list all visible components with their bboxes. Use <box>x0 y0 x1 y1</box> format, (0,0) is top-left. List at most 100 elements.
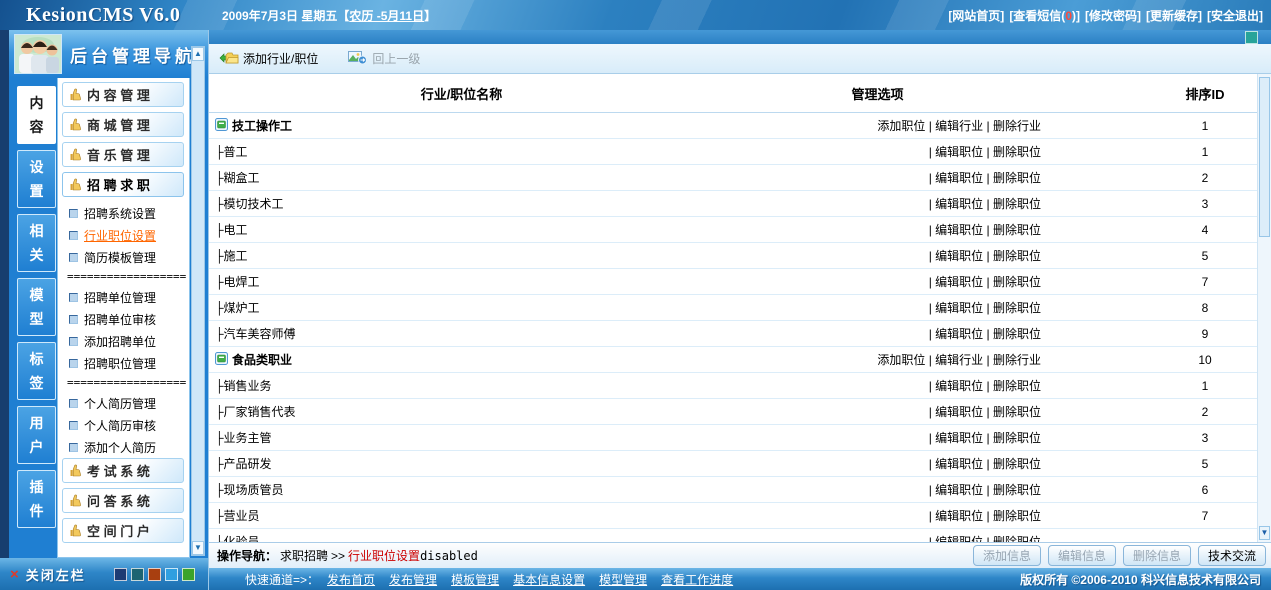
view-sms-link[interactable]: [查看短信(0)] <box>1009 7 1080 24</box>
sidebar-tab-设置[interactable]: 设 置 <box>17 150 56 208</box>
action-button[interactable]: 技术交流 <box>1198 545 1266 566</box>
option-link[interactable]: 删除职位 <box>993 145 1041 159</box>
sidebar-tab-插件[interactable]: 插 件 <box>17 470 56 528</box>
scroll-down-icon[interactable]: ▼ <box>1259 526 1270 540</box>
menu-button[interactable]: 音 乐 管 理 <box>62 142 184 167</box>
menu-button[interactable]: 考 试 系 统 <box>62 458 184 483</box>
job-name-cell: ├化验员 <box>209 533 714 542</box>
option-link[interactable]: 删除职位 <box>993 171 1041 185</box>
option-link[interactable]: 编辑职位 <box>935 535 983 542</box>
theme-swatch-icon[interactable] <box>165 568 178 581</box>
action-button[interactable]: 删除信息 <box>1123 545 1191 566</box>
theme-swatch-icon[interactable] <box>148 568 161 581</box>
sort-id-cell: 2 <box>1139 405 1271 419</box>
thumb-icon <box>69 178 82 191</box>
option-link[interactable]: 编辑职位 <box>935 301 983 315</box>
theme-swatch-icon[interactable] <box>131 568 144 581</box>
quick-link[interactable]: 模板管理 <box>451 571 499 588</box>
quick-link[interactable]: 基本信息设置 <box>513 571 585 588</box>
option-link[interactable]: 编辑职位 <box>935 197 983 211</box>
quick-link[interactable]: 模型管理 <box>599 571 647 588</box>
quick-link[interactable]: 查看工作进度 <box>661 571 733 588</box>
close-left-panel-button[interactable]: 关闭左栏 <box>26 565 86 584</box>
sidebar-scrollbar[interactable]: ▲ ▼ <box>191 46 205 556</box>
option-link[interactable]: 编辑职位 <box>935 275 983 289</box>
job-name: ├电工 <box>215 221 248 238</box>
sidebar-item[interactable]: 行业职位设置 <box>58 224 189 246</box>
sidebar-item[interactable]: 个人简历管理 <box>58 392 189 414</box>
option-link[interactable]: 添加职位 <box>877 353 925 367</box>
option-link[interactable]: 删除职位 <box>993 301 1041 315</box>
option-link[interactable]: 删除行业 <box>993 353 1041 367</box>
go-up-level-button[interactable]: 回上一级 <box>348 50 420 68</box>
option-link[interactable]: 编辑职位 <box>935 431 983 445</box>
option-link[interactable]: 删除职位 <box>993 457 1041 471</box>
theme-swatch-icon[interactable] <box>182 568 195 581</box>
option-link[interactable]: 编辑职位 <box>935 405 983 419</box>
sort-id-cell: 4 <box>1139 223 1271 237</box>
option-link[interactable]: 删除行业 <box>993 119 1041 133</box>
option-link[interactable]: 编辑职位 <box>935 223 983 237</box>
logout-link[interactable]: [安全退出] <box>1207 7 1263 24</box>
option-link[interactable]: 编辑行业 <box>935 119 983 133</box>
option-link[interactable]: 编辑职位 <box>935 483 983 497</box>
option-link[interactable]: 编辑职位 <box>935 327 983 341</box>
opnav-current-link[interactable]: 行业职位设置 <box>348 547 420 564</box>
sidebar-tab-内容[interactable]: 内 容 <box>17 86 56 144</box>
option-link[interactable]: 删除职位 <box>993 431 1041 445</box>
sidebar-item[interactable]: 招聘单位管理 <box>58 286 189 308</box>
option-link[interactable]: 删除职位 <box>993 483 1041 497</box>
option-link[interactable]: 删除职位 <box>993 405 1041 419</box>
option-link[interactable]: 删除职位 <box>993 275 1041 289</box>
sidebar-tab-标签[interactable]: 标 签 <box>17 342 56 400</box>
sidebar-item[interactable]: 添加招聘单位 <box>58 330 189 352</box>
quick-link[interactable]: 发布管理 <box>389 571 437 588</box>
option-link[interactable]: 删除职位 <box>993 197 1041 211</box>
change-password-link[interactable]: [修改密码] <box>1085 7 1141 24</box>
opnav-section: 求职招聘 <box>280 547 328 564</box>
option-link[interactable]: 删除职位 <box>993 379 1041 393</box>
sidebar-item[interactable]: 简历模板管理 <box>58 246 189 268</box>
sidebar-item[interactable]: 招聘职位管理 <box>58 352 189 374</box>
option-link[interactable]: 添加职位 <box>877 119 925 133</box>
sidebar-item[interactable]: 招聘单位审核 <box>58 308 189 330</box>
option-link[interactable]: 编辑职位 <box>935 171 983 185</box>
main-scrollbar[interactable]: ▼ <box>1257 74 1271 542</box>
sort-id-cell: 5 <box>1139 249 1271 263</box>
action-button[interactable]: 添加信息 <box>973 545 1041 566</box>
theme-swatch-icon[interactable] <box>114 568 127 581</box>
menu-button[interactable]: 商 城 管 理 <box>62 112 184 137</box>
option-link[interactable]: 删除职位 <box>993 535 1041 542</box>
sidebar-item[interactable]: 个人简历审核 <box>58 414 189 436</box>
option-link[interactable]: 编辑行业 <box>935 353 983 367</box>
scroll-down-icon[interactable]: ▼ <box>192 541 204 555</box>
menu-button[interactable]: 问 答 系 统 <box>62 488 184 513</box>
add-industry-position-button[interactable]: 添加行业/职位 <box>219 50 318 68</box>
lunar-date-link[interactable]: 农历 -5月11日 <box>349 9 424 23</box>
action-button[interactable]: 编辑信息 <box>1048 545 1116 566</box>
quick-link[interactable]: 发布首页 <box>327 571 375 588</box>
option-link[interactable]: 删除职位 <box>993 509 1041 523</box>
close-icon[interactable]: × <box>10 566 19 583</box>
menu-button[interactable]: 招 聘 求 职 <box>62 172 184 197</box>
sidebar-item[interactable]: 添加个人简历 <box>58 436 189 458</box>
option-link[interactable]: 编辑职位 <box>935 379 983 393</box>
option-link[interactable]: 删除职位 <box>993 327 1041 341</box>
site-home-link[interactable]: [网站首页] <box>948 7 1004 24</box>
sidebar-item[interactable]: 招聘系统设置 <box>58 202 189 224</box>
menu-button[interactable]: 内 容 管 理 <box>62 82 184 107</box>
scrollbar-thumb[interactable] <box>1259 77 1270 237</box>
option-link[interactable]: 编辑职位 <box>935 249 983 263</box>
sidebar-tab-相关[interactable]: 相 关 <box>17 214 56 272</box>
sidebar-tab-模型[interactable]: 模 型 <box>17 278 56 336</box>
option-link[interactable]: 编辑职位 <box>935 457 983 471</box>
option-link[interactable]: 编辑职位 <box>935 509 983 523</box>
scroll-up-icon[interactable]: ▲ <box>192 47 204 61</box>
option-link[interactable]: 删除职位 <box>993 223 1041 237</box>
refresh-cache-link[interactable]: [更新缓存] <box>1146 7 1202 24</box>
option-link[interactable]: 删除职位 <box>993 249 1041 263</box>
option-link[interactable]: 编辑职位 <box>935 145 983 159</box>
sidebar-tab-用户[interactable]: 用 户 <box>17 406 56 464</box>
collapse-toggle-icon[interactable] <box>1245 31 1258 44</box>
menu-button[interactable]: 空 间 门 户 <box>62 518 184 543</box>
